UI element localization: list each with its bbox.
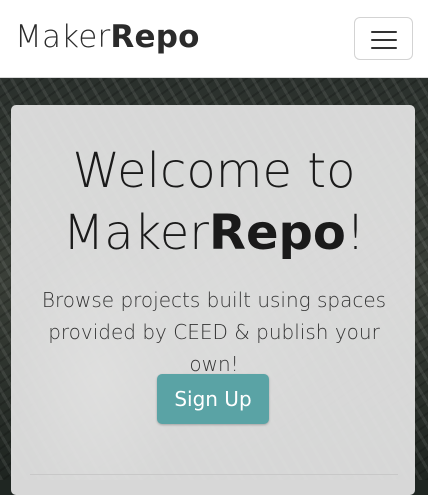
- welcome-subtitle: Browse projects built using spaces provi…: [41, 288, 387, 376]
- brand-logo-light: Maker: [15, 19, 111, 55]
- welcome-title-line1: Welcome to: [72, 143, 356, 199]
- menu-toggle-button[interactable]: [354, 17, 413, 60]
- hamburger-menu-icon-bar: [371, 47, 397, 49]
- welcome-title-line2: MakerRepo!: [0, 202, 428, 264]
- hamburger-menu-icon-bar: [371, 39, 397, 41]
- brand-logo-bold: Repo: [110, 19, 200, 55]
- brand-logo[interactable]: MakerRepo: [15, 19, 200, 55]
- navbar: MakerRepo: [0, 0, 428, 78]
- welcome-title-maker: Maker: [62, 205, 210, 261]
- welcome-title: Welcome to MakerRepo!: [0, 140, 428, 264]
- hamburger-menu-icon: [371, 31, 397, 33]
- sign-up-button[interactable]: Sign Up: [157, 374, 269, 424]
- welcome-title-exclamation: !: [345, 205, 366, 261]
- welcome-title-repo: Repo: [209, 205, 346, 261]
- card-divider: [30, 474, 398, 475]
